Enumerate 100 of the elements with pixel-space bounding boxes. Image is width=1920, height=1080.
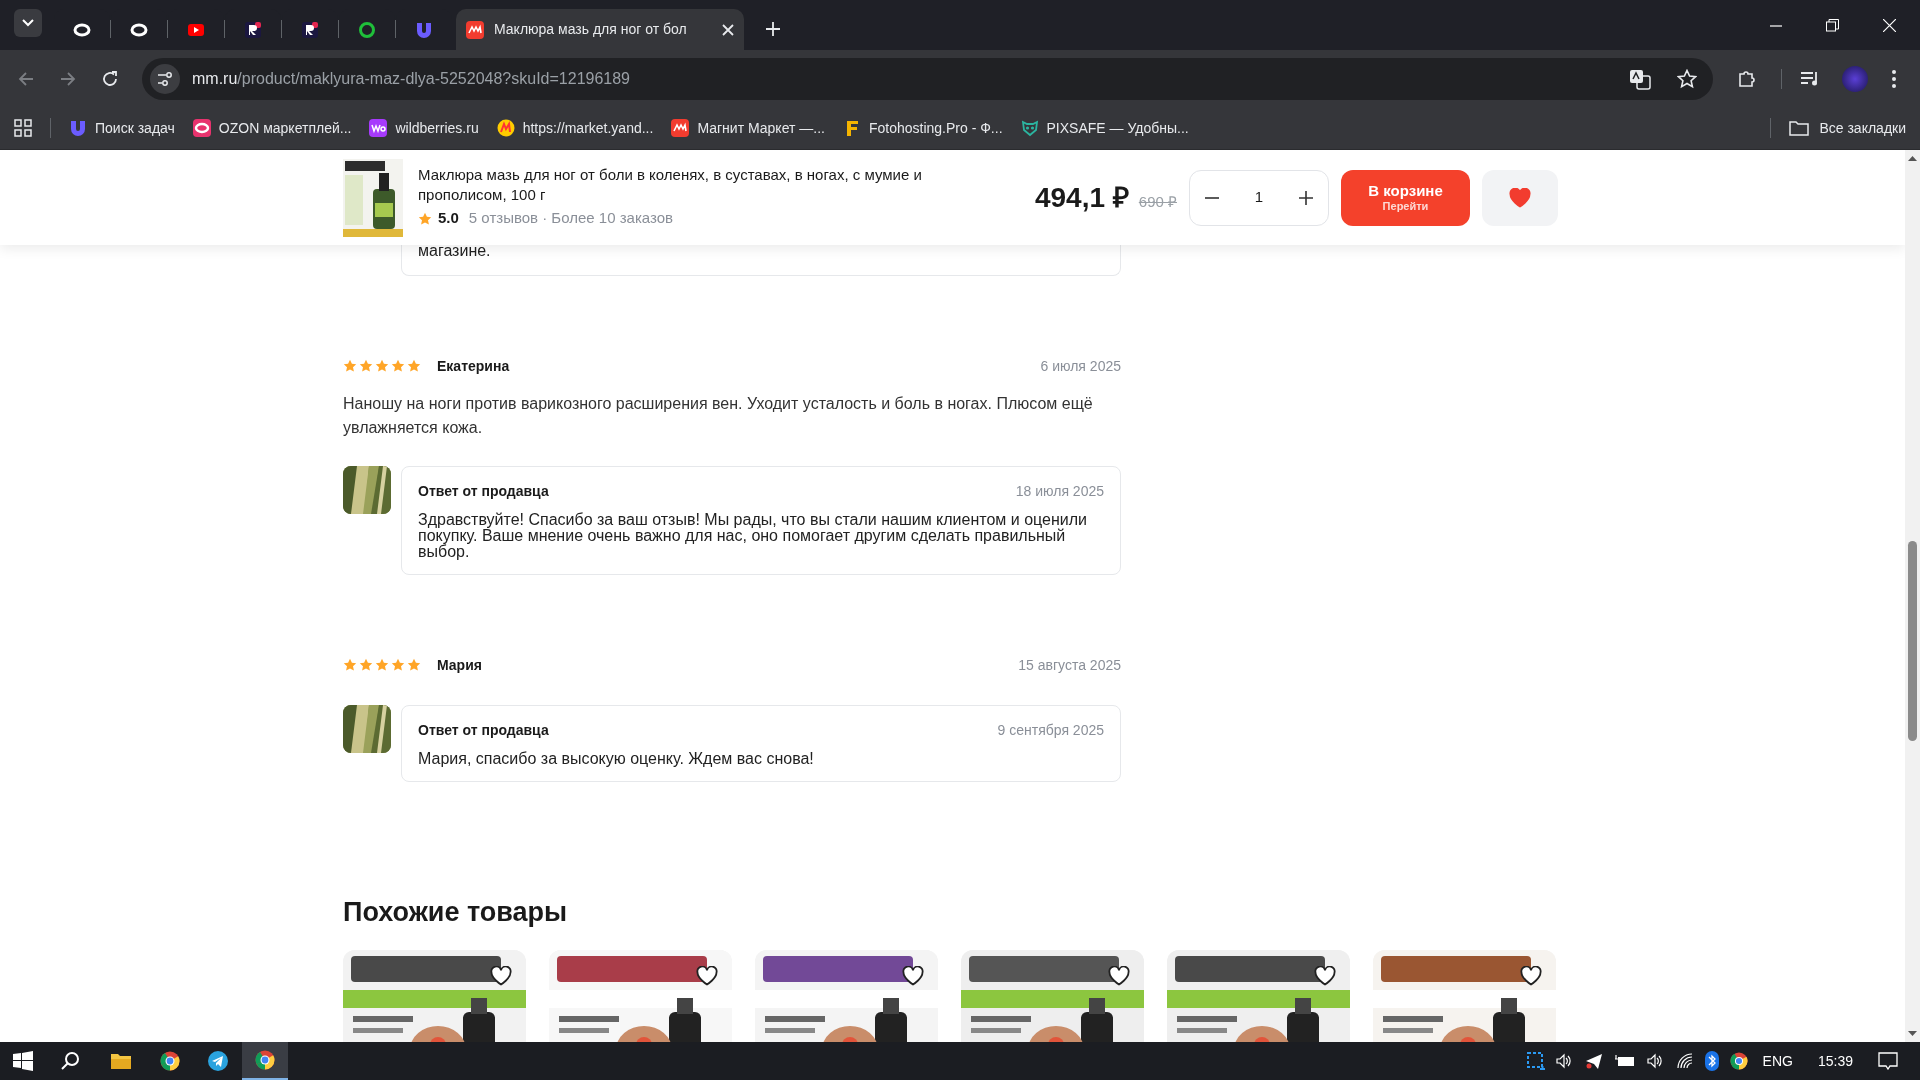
reply-text: магазине. <box>418 241 491 261</box>
browser-icon[interactable] <box>1729 1052 1748 1070</box>
folder-icon <box>1789 120 1810 136</box>
star-icon <box>391 658 405 672</box>
paper-plane-icon[interactable] <box>208 1051 228 1071</box>
star-icon <box>375 359 389 373</box>
scroll-thumb[interactable] <box>1908 541 1917 741</box>
favorite-button[interactable] <box>1520 966 1542 986</box>
quantity-value: 1 <box>1254 187 1264 208</box>
shield-icon <box>69 119 87 137</box>
taskbar-app-button[interactable] <box>242 1042 288 1080</box>
more-icon[interactable] <box>1892 69 1896 88</box>
reply-date: 9 сентября 2025 <box>997 721 1104 740</box>
favorite-button[interactable] <box>1108 966 1130 986</box>
battery-icon[interactable] <box>1613 1053 1636 1069</box>
old-price: 690 ₽ <box>1138 191 1177 212</box>
bookmark-link[interactable]: Поиск задач <box>69 117 175 139</box>
letter-tile-icon <box>244 20 262 39</box>
owl-icon <box>1020 119 1039 137</box>
ring-icon <box>358 20 376 39</box>
star-icon <box>359 359 373 373</box>
letter-tile-icon <box>301 20 319 39</box>
favorite-button[interactable] <box>902 966 924 986</box>
star-icon <box>391 359 405 373</box>
quantity-stepper[interactable]: 1 <box>1189 169 1329 226</box>
browser-icon[interactable] <box>160 1051 180 1071</box>
star-icon <box>343 658 357 672</box>
star-icon <box>343 359 357 373</box>
shield-icon <box>415 20 433 39</box>
reply-text: Здравствуйте! Спасибо за ваш отзыв! Мы рады, что вы стали нашим клиентом и оценили покупку. Ваше мнение очень важно для нас, оно помогает другим сделать правильный выбор. <box>418 512 1088 560</box>
restore-icon[interactable] <box>1826 19 1839 32</box>
site-info-button[interactable] <box>150 63 180 94</box>
bookmark-link[interactable]: https://market.yand... <box>496 117 654 139</box>
bluetooth-icon[interactable] <box>1704 1051 1719 1071</box>
apps-grid-icon[interactable] <box>14 119 32 137</box>
star-icon <box>359 658 373 672</box>
reload-icon[interactable] <box>102 70 118 87</box>
product-meta: 5 отзывов · Более 10 заказов <box>468 208 673 229</box>
plus-icon[interactable] <box>1298 189 1314 206</box>
scroll-down-icon[interactable] <box>1908 1031 1917 1037</box>
speaker-icon[interactable] <box>1646 1052 1665 1070</box>
star-icon[interactable] <box>1677 68 1697 89</box>
bookmark-link[interactable]: OZON маркетплей... <box>192 117 352 139</box>
notification-icon[interactable] <box>1878 1052 1898 1070</box>
star-icon <box>407 658 421 672</box>
puzzle-icon[interactable] <box>1737 68 1757 89</box>
windows-icon[interactable] <box>13 1051 33 1071</box>
shop-logo-icon <box>466 20 484 39</box>
shop-logo-icon <box>496 119 515 137</box>
price: 494,1 ₽ <box>1034 180 1129 215</box>
folder-icon[interactable] <box>110 1052 132 1070</box>
browser-tab[interactable]: Маклюра мазь для ног от бол <box>456 9 744 50</box>
close-icon[interactable] <box>722 23 734 36</box>
screenshot-icon[interactable] <box>1526 1052 1545 1070</box>
ring-icon <box>192 119 211 137</box>
shop-logo-icon <box>369 119 388 137</box>
paper-plane-icon[interactable] <box>1584 1052 1603 1070</box>
all-bookmarks-link[interactable]: Все закладки <box>1789 117 1906 139</box>
reviewer-name: Мария <box>437 655 482 675</box>
star-icon <box>407 359 421 373</box>
cart-button[interactable]: В корзине Перейти <box>1341 169 1470 226</box>
review-date: 15 августа 2025 <box>1018 655 1121 675</box>
bookmark-link[interactable]: wildberries.ru <box>369 117 479 139</box>
bookmark-link[interactable]: Магнит Маркет —... <box>671 117 825 139</box>
shop-logo-icon <box>671 119 690 137</box>
favorite-button[interactable] <box>1314 966 1336 986</box>
heart-icon <box>1509 187 1531 208</box>
media-queue-icon[interactable] <box>1800 69 1820 88</box>
bookmark-link[interactable]: Fotohosting.Pro - Ф... <box>842 117 1003 139</box>
forward-icon[interactable] <box>60 70 76 87</box>
favorite-button[interactable] <box>696 966 718 986</box>
back-icon[interactable] <box>18 70 34 87</box>
star-icon <box>418 211 432 226</box>
favorite-button[interactable] <box>490 966 512 986</box>
sliders-icon <box>157 71 173 86</box>
bookmark-link[interactable]: PIXSAFE — Удобны... <box>1020 117 1189 139</box>
reply-text: Мария, спасибо за высокую оценку. Ждем вас снова! <box>418 751 815 767</box>
wifi-icon[interactable] <box>1675 1052 1694 1070</box>
clock[interactable]: 15:39 <box>1817 1050 1853 1072</box>
rating-value: 5.0 <box>438 208 459 229</box>
speaker-icon[interactable] <box>1555 1052 1574 1070</box>
url-text: mm.ru/product/maklyura-maz-dlya-5252048?skuId=12196189 <box>192 68 631 89</box>
section-title: Похожие товары <box>343 896 569 928</box>
reviewer-name: Екатерина <box>437 356 510 376</box>
chevron-down-icon <box>22 19 34 27</box>
tab-list-button[interactable] <box>14 9 42 37</box>
star-icon <box>375 658 389 672</box>
language-indicator[interactable]: ENG <box>1762 1050 1793 1072</box>
address-bar[interactable]: mm.ru/product/maklyura-maz-dlya-5252048?skuId=12196189 <box>142 57 1713 100</box>
reply-date: 18 июля 2025 <box>1015 482 1104 501</box>
product-title: Маклюра мазь для ног от боли в коленях, в суставах, в ногах, с мумие и прополисом, 100 г <box>418 165 923 206</box>
scrollbar[interactable] <box>1905 150 1920 1042</box>
reply-title: Ответ от продавца <box>418 721 549 740</box>
review-date: 6 июля 2025 <box>1040 356 1121 376</box>
reply-title: Ответ от продавца <box>418 482 549 501</box>
browser-icon <box>255 1050 275 1070</box>
scroll-up-icon[interactable] <box>1908 155 1917 161</box>
translate-icon[interactable] <box>1629 67 1651 90</box>
review-text: Наношу на ноги против варикозного расширения вен. Уходит усталость и боль в ногах. Плюсом ещё увлажняется кожа. <box>343 394 1094 438</box>
search-icon[interactable] <box>61 1051 81 1071</box>
